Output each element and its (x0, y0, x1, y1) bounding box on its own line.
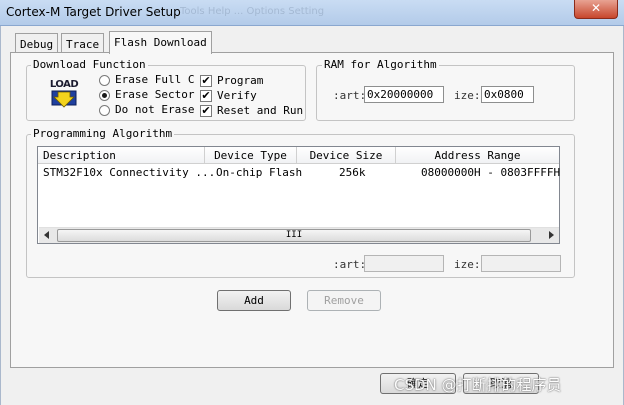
tab-trace-label: Trace (66, 38, 100, 51)
horizontal-scrollbar[interactable]: III (39, 227, 559, 243)
verify-checkbox[interactable]: ✔ (200, 90, 212, 102)
row-device-type: On-chip Flash (216, 166, 303, 179)
scroll-left-icon[interactable] (44, 231, 49, 239)
load-arrow-icon (51, 90, 77, 108)
window-title: Cortex-M Target Driver Setup (6, 5, 181, 19)
tab-trace[interactable]: Trace (61, 33, 105, 53)
close-icon: ✕ (590, 1, 602, 15)
ram-for-algorithm-title: RAM for Algorithm (322, 58, 439, 71)
program-checkbox[interactable]: ✔ (200, 75, 212, 87)
ram-start-input[interactable]: 0x20000000 (364, 86, 444, 103)
remove-button[interactable]: Remove (307, 290, 381, 311)
check-icon: ✔ (201, 74, 211, 87)
row-description: STM32F10x Connectivity ... (43, 166, 216, 179)
watermark: CSDN @打断排的程序员 (394, 376, 562, 394)
programming-algorithm-title: Programming Algorithm (31, 127, 175, 140)
scroll-grip-icon: III (285, 230, 303, 240)
do-not-erase-radio[interactable] (99, 105, 110, 116)
column-header-description[interactable]: Description (38, 147, 205, 164)
tab-flash-download[interactable]: Flash Download (109, 31, 212, 54)
column-header-address-range[interactable]: Address Range (396, 147, 559, 164)
program-label: Program (217, 74, 264, 87)
erase-full-chip-label: Erase Full C (115, 73, 195, 86)
erase-sector-label: Erase Sector (115, 88, 195, 101)
algo-start-input[interactable] (364, 255, 444, 272)
algo-start-label: :art: (333, 258, 367, 271)
column-header-device-type[interactable]: Device Type (205, 147, 297, 164)
download-function-title: Download Function (31, 58, 148, 71)
reset-and-run-label: Reset and Run (217, 104, 304, 117)
erase-full-chip-radio[interactable] (99, 75, 110, 86)
tab-debug[interactable]: Debug (15, 33, 59, 53)
algo-size-input[interactable] (481, 255, 561, 272)
scroll-thumb[interactable]: III (57, 229, 531, 242)
ram-size-input[interactable]: 0x0800 (481, 86, 534, 103)
algorithm-list[interactable]: Description Device Type Device Size Addr… (37, 146, 560, 244)
row-address-range: 08000000H - 0803FFFFH (421, 166, 561, 179)
algo-size-label: ize: (454, 258, 481, 271)
check-icon: ✔ (201, 89, 211, 102)
tab-flash-download-label: Flash Download (114, 36, 207, 49)
scroll-right-icon[interactable] (549, 231, 554, 239)
reset-and-run-checkbox[interactable]: ✔ (200, 105, 212, 117)
erase-sector-radio[interactable] (99, 90, 110, 101)
load-icon: LOAD (47, 79, 81, 111)
add-button[interactable]: Add (217, 290, 291, 311)
ram-start-label: :art: (333, 89, 367, 102)
tab-debug-label: Debug (20, 38, 54, 51)
do-not-erase-label: Do not Erase (115, 103, 195, 116)
ram-size-label: ize: (454, 89, 481, 102)
close-button[interactable]: ✕ (574, 0, 618, 19)
check-icon: ✔ (201, 104, 211, 117)
title-bar: Cortex-M Target Driver Setup Tools Help … (0, 0, 624, 26)
column-header-device-size[interactable]: Device Size (297, 147, 396, 164)
row-device-size: 256k (339, 166, 366, 179)
verify-label: Verify (217, 89, 257, 102)
background-menu-ghost: Tools Help ... Options Setting (180, 6, 325, 17)
